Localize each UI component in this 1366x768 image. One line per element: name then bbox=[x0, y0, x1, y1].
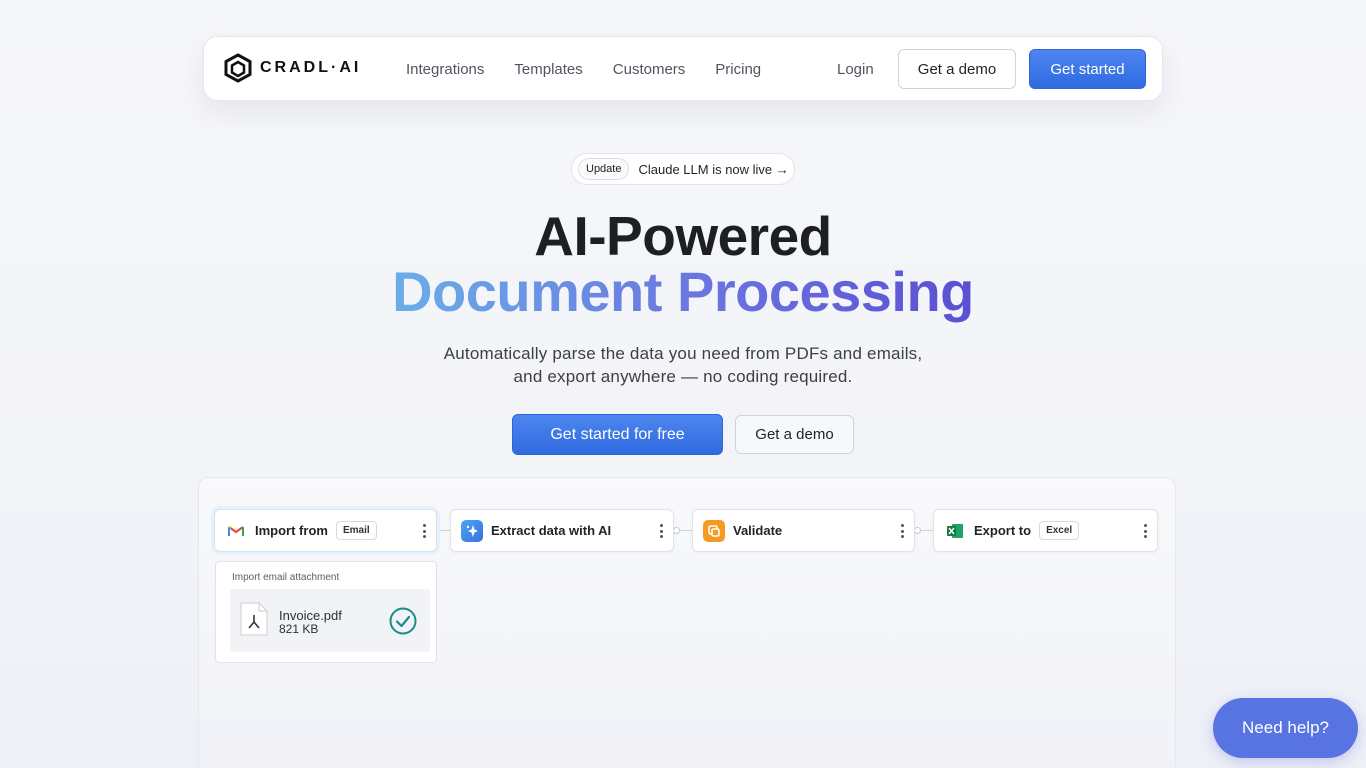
kebab-menu-icon[interactable] bbox=[422, 524, 426, 538]
node-title: Export to bbox=[974, 523, 1032, 538]
gmail-icon bbox=[225, 520, 247, 542]
source-chip[interactable]: Email bbox=[335, 521, 377, 540]
nav-link-integrations[interactable]: Integrations bbox=[406, 61, 484, 78]
need-help-button[interactable]: Need help? bbox=[1213, 698, 1358, 758]
nav-links: Integrations Templates Customers Pricing bbox=[406, 61, 761, 78]
attachment-card: Import email attachment Invoice.pdf 821 … bbox=[215, 561, 437, 663]
hero-get-demo-button[interactable]: Get a demo bbox=[735, 415, 854, 454]
hero-title-gradient-text: Document Processing bbox=[392, 260, 974, 323]
connector-line bbox=[437, 530, 450, 531]
hero-subtitle-line1: Automatically parse the data you need fr… bbox=[443, 344, 923, 363]
connector-dot bbox=[914, 527, 921, 534]
pdf-file-icon bbox=[240, 602, 268, 636]
attachment-label: Import email attachment bbox=[232, 572, 340, 583]
workflow-node-validate[interactable]: Validate bbox=[692, 509, 915, 552]
logo-text: CRADL·AI bbox=[260, 59, 362, 76]
file-row[interactable]: Invoice.pdf 821 KB bbox=[230, 589, 430, 652]
excel-icon bbox=[944, 520, 966, 542]
update-pill: Update bbox=[578, 158, 630, 180]
kebab-menu-icon[interactable] bbox=[659, 524, 663, 538]
node-title: Extract data with AI bbox=[491, 523, 612, 538]
kebab-menu-icon[interactable] bbox=[1143, 524, 1147, 538]
workflow-node-extract[interactable]: Extract data with AI bbox=[450, 509, 674, 552]
validate-icon bbox=[703, 519, 725, 542]
connector-dot bbox=[673, 527, 680, 534]
nav-link-pricing[interactable]: Pricing bbox=[715, 61, 761, 78]
login-link[interactable]: Login bbox=[837, 61, 874, 78]
nav-get-demo-button[interactable]: Get a demo bbox=[898, 49, 1016, 89]
check-circle-icon bbox=[389, 607, 417, 635]
hero-title-line2: Document Processing bbox=[0, 259, 1366, 324]
file-name: Invoice.pdf bbox=[279, 608, 342, 623]
hero-subtitle-line2: and export anywhere — no coding required… bbox=[513, 367, 853, 386]
workflow-node-export[interactable]: Export to Excel bbox=[933, 509, 1158, 552]
nav-link-templates[interactable]: Templates bbox=[514, 61, 582, 78]
update-banner[interactable]: Update Claude LLM is now live → bbox=[571, 153, 795, 185]
nav-link-customers[interactable]: Customers bbox=[613, 61, 686, 78]
node-title: Import from bbox=[255, 523, 328, 538]
logo[interactable]: CRADL·AI bbox=[224, 53, 361, 83]
update-text: Claude LLM is now live → bbox=[638, 161, 789, 177]
get-started-free-button[interactable]: Get started for free bbox=[512, 414, 723, 455]
hero-subtitle: Automatically parse the data you need fr… bbox=[0, 342, 1366, 388]
cradl-logo-icon bbox=[224, 53, 252, 83]
top-navbar: CRADL·AI Integrations Templates Customer… bbox=[203, 36, 1163, 101]
kebab-menu-icon[interactable] bbox=[900, 524, 904, 538]
node-title: Validate bbox=[733, 523, 783, 538]
destination-chip[interactable]: Excel bbox=[1039, 521, 1080, 540]
workflow-node-import[interactable]: Import from Email bbox=[214, 509, 437, 552]
nav-get-started-button[interactable]: Get started bbox=[1029, 49, 1146, 89]
file-size: 821 KB bbox=[279, 622, 319, 636]
ai-sparkle-icon bbox=[461, 519, 483, 542]
